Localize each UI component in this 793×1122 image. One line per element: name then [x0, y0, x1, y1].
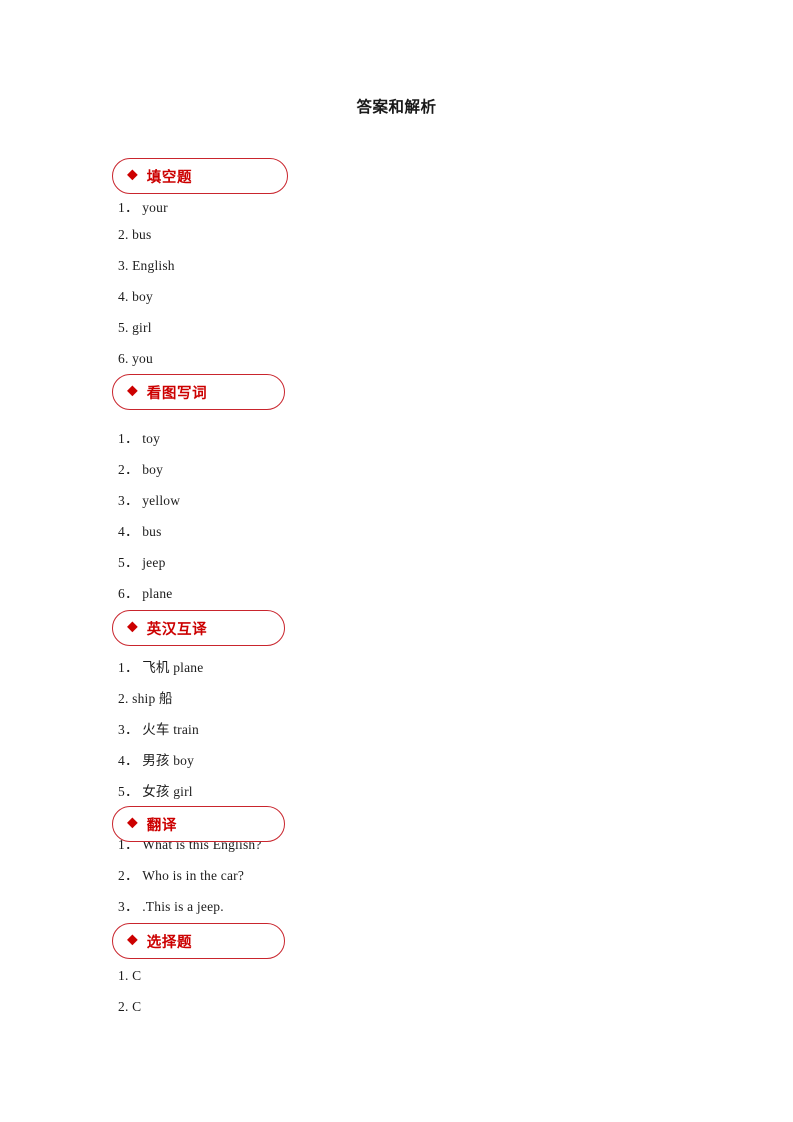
item-number: 1. — [118, 968, 129, 983]
list-item: 2. bus — [118, 227, 151, 243]
item-answer-text: 飞机 plane — [142, 660, 204, 675]
list-item: 4. boy — [118, 289, 153, 305]
item-number: 3． — [118, 722, 139, 737]
item-number: 3． — [118, 493, 139, 508]
section-header-translation: ◆ 翻译 — [112, 806, 285, 842]
item-answer-text: toy — [142, 431, 161, 446]
item-answer-text: 女孩 girl — [142, 784, 193, 799]
item-answer-text: your — [142, 200, 168, 215]
list-item: 3． 火车 train — [118, 718, 199, 738]
list-item: 6． plane — [118, 582, 172, 602]
item-number: 1． — [118, 200, 139, 215]
section-translation: 1． What is this English? 2． Who is in the… — [112, 806, 285, 914]
diamond-icon: ◆ — [127, 167, 138, 183]
section-heading-label: 翻译 — [146, 817, 177, 834]
item-answer-text: .This is a jeep. — [142, 899, 224, 914]
list-item: 3． yellow — [118, 489, 180, 509]
item-answer-text: yellow — [142, 493, 181, 508]
item-number: 4． — [118, 753, 139, 768]
item-answer-text: bus — [142, 524, 162, 539]
list-item: 3． .This is a jeep. — [118, 895, 224, 915]
list-item: 2. ship 船 — [118, 687, 173, 707]
item-number: 4. — [118, 289, 129, 304]
section-heading-label: 选择题 — [146, 934, 193, 951]
list-item: 1． toy — [118, 427, 160, 447]
item-number: 2. — [118, 691, 129, 706]
section-heading-label: 英汉互译 — [146, 621, 208, 638]
section-header-english-chinese-translation: ◆ 英汉互译 — [112, 610, 285, 646]
document-page: 答案和解析 1． your 2. bus 3. English 4. boy 5. gi… — [0, 0, 793, 1122]
item-number: 6. — [118, 351, 129, 366]
section-fill-in-the-blank: 1． your 2. bus 3. English 4. boy 5. girl 6. y… — [112, 158, 288, 366]
list-item: 1. C — [118, 968, 141, 984]
list-item: 6. you — [118, 351, 153, 367]
diamond-icon: ◆ — [127, 815, 138, 831]
list-item: 5． 女孩 girl — [118, 780, 193, 800]
list-item: 4． 男孩 boy — [118, 749, 194, 769]
section-header-write-words-from-pictures: ◆ 看图写词 — [112, 374, 285, 410]
item-number: 1． — [118, 660, 139, 675]
page-title: 答案和解析 — [356, 98, 437, 116]
section-heading-label: 填空题 — [146, 169, 193, 186]
item-answer-text: ship 船 — [132, 691, 173, 706]
item-answer-text: C — [132, 968, 142, 983]
diamond-icon: ◆ — [127, 383, 138, 399]
section-write-words-from-pictures: 1． toy 2． boy 3． yellow 4． bus 5． jeep 6． pla… — [112, 374, 285, 601]
item-number: 5． — [118, 784, 139, 799]
list-item: 3. English — [118, 258, 175, 274]
item-number: 2. — [118, 999, 129, 1014]
section-multiple-choice: 1. C 2. C ◆ 选择题 — [112, 923, 285, 1014]
item-answer-text: Who is in the car? — [142, 868, 245, 883]
item-number: 5. — [118, 320, 129, 335]
item-answer-text: you — [132, 351, 153, 366]
list-item: 2． boy — [118, 458, 163, 478]
item-number: 3． — [118, 899, 139, 914]
diamond-icon: ◆ — [127, 932, 138, 948]
list-item: 2. C — [118, 999, 141, 1015]
item-answer-text: girl — [132, 320, 152, 335]
item-number: 6． — [118, 586, 139, 601]
list-item: 1． 飞机 plane — [118, 656, 203, 676]
section-heading-label: 看图写词 — [146, 385, 208, 402]
list-item: 2． Who is in the car? — [118, 864, 244, 884]
item-number: 1． — [118, 431, 139, 446]
list-item: 4． bus — [118, 520, 162, 540]
item-answer-text: jeep — [142, 555, 166, 570]
item-answer-text: bus — [132, 227, 152, 242]
section-header-multiple-choice: ◆ 选择题 — [112, 923, 285, 959]
item-number: 3. — [118, 258, 129, 273]
list-item: 1． your — [118, 196, 168, 216]
item-number: 2． — [118, 462, 139, 477]
list-item: 5. girl — [118, 320, 152, 336]
list-item: 5． jeep — [118, 551, 166, 571]
diamond-icon: ◆ — [127, 619, 138, 635]
item-answer-text: 男孩 boy — [142, 753, 195, 768]
item-answer-text: C — [132, 999, 142, 1014]
item-answer-text: English — [132, 258, 175, 273]
item-answer-text: 火车 train — [142, 722, 199, 737]
section-english-chinese-translation: 1． 飞机 plane 2. ship 船 3． 火车 train 4． 男孩 boy… — [112, 610, 285, 799]
item-number: 2． — [118, 868, 139, 883]
item-answer-text: boy — [142, 462, 164, 477]
item-number: 2. — [118, 227, 129, 242]
item-number: 5． — [118, 555, 139, 570]
item-answer-text: boy — [132, 289, 153, 304]
section-header-fill-in-the-blank: ◆ 填空题 — [112, 158, 288, 194]
item-answer-text: plane — [142, 586, 173, 601]
item-number: 4． — [118, 524, 139, 539]
